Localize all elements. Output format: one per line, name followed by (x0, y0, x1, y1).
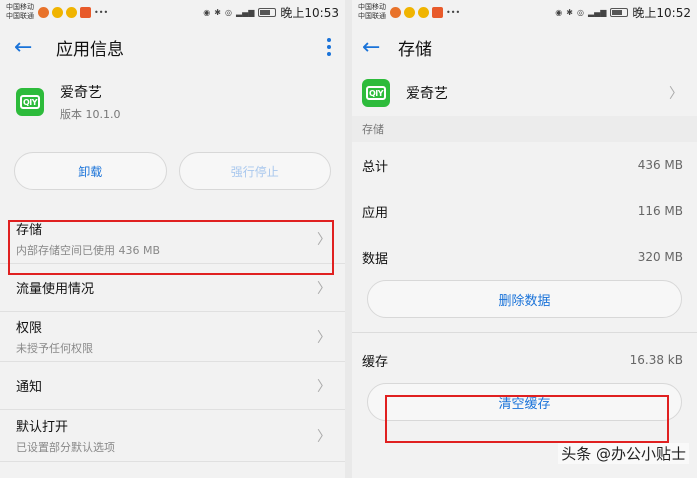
app-name: 爱奇艺 (406, 86, 448, 102)
row-value: 116 MB (637, 204, 683, 218)
battery-icon (610, 7, 629, 17)
app-logo-text: QIY (22, 97, 38, 107)
item-subtitle: 未授予任何权限 (16, 342, 93, 355)
app-header: QIY 爱奇艺 版本 10.1.0 (0, 70, 345, 134)
chevron-right-icon: 〉 (317, 428, 331, 445)
carrier-2: 中国联通 (6, 12, 34, 20)
notification-icon (38, 6, 49, 18)
row-label: 缓存 (362, 354, 389, 370)
item-title: 流量使用情况 (16, 282, 95, 297)
back-arrow-icon[interactable]: ← (14, 35, 44, 60)
divider (352, 332, 697, 333)
status-right: ◉ ✱ ◎ ▂▄▆ 晚上10:52 (555, 4, 691, 21)
notification-icon (390, 6, 401, 18)
chevron-right-icon: 〉 (317, 329, 331, 346)
carrier-1: 中国移动 (6, 3, 34, 11)
app-name: 爱奇艺 (60, 85, 102, 101)
carrier-2: 中国联通 (358, 12, 386, 20)
clear-cache-highlight-box (385, 395, 669, 443)
app-logo-text: QIY (368, 88, 384, 98)
eye-icon: ◎ (224, 7, 232, 17)
row-value: 320 MB (637, 250, 683, 264)
action-buttons: 卸载 强行停止 (0, 134, 345, 208)
carrier-info: 中国移动 中国联通 (358, 3, 386, 21)
more-options-icon[interactable] (327, 38, 331, 56)
storage-highlight-box (8, 220, 334, 275)
nfc-icon: ◉ (203, 7, 211, 17)
notification-icons: ••• (38, 6, 109, 18)
eye-icon: ◎ (576, 7, 584, 17)
clock: 晚上10:52 (632, 5, 691, 20)
row-label: 数据 (362, 251, 389, 267)
force-stop-button[interactable]: 强行停止 (178, 152, 331, 190)
bluetooth-icon: ✱ (566, 7, 573, 17)
app-version: 版本 10.1.0 (60, 108, 121, 121)
list-item-open-by-default[interactable]: 默认打开 已设置部分默认选项 〉 (0, 410, 345, 462)
page-title: 存储 (398, 39, 432, 60)
notification-icons: ••• (390, 6, 461, 18)
item-title: 通知 (16, 380, 43, 395)
notification-icon (80, 6, 91, 18)
carrier-info: 中国移动 中国联通 (6, 3, 34, 21)
carrier-1: 中国移动 (358, 3, 386, 11)
storage-row-total: 总计 436 MB (352, 142, 697, 188)
notification-icon (404, 6, 415, 18)
chevron-right-icon: 〉 (317, 280, 331, 297)
app-bar: ← 存储 (352, 24, 697, 70)
section-header: 存储 (352, 116, 697, 142)
row-label: 总计 (362, 159, 389, 175)
storage-row-cache: 缓存 16.38 kB (352, 337, 697, 383)
app-info-screen: 中国移动 中国联通 ••• ◉ ✱ ◎ ▂▄▆ 晚上10:53 ← 应用信息 Q… (0, 0, 345, 478)
delete-data-button[interactable]: 删除数据 (367, 280, 682, 318)
back-arrow-icon[interactable]: ← (362, 35, 392, 60)
item-title: 权限 (16, 321, 43, 336)
notification-icon (418, 6, 429, 18)
item-subtitle: 已设置部分默认选项 (16, 441, 115, 454)
signal-icon: ▂▄▆ (587, 7, 607, 17)
notification-icon (432, 6, 443, 18)
page-title: 应用信息 (56, 39, 124, 60)
item-title: 默认打开 (16, 420, 69, 435)
app-header[interactable]: QIY 爱奇艺 〉 (352, 70, 697, 116)
signal-icon: ▂▄▆ (235, 7, 255, 17)
row-label: 应用 (362, 205, 389, 221)
list-item-notifications[interactable]: 通知 〉 (0, 362, 345, 410)
nfc-icon: ◉ (555, 7, 563, 17)
notification-icon (52, 6, 63, 18)
row-value: 436 MB (637, 158, 683, 172)
status-bar: 中国移动 中国联通 ••• ◉ ✱ ◎ ▂▄▆ 晚上10:52 (352, 0, 697, 24)
list-item-permissions[interactable]: 权限 未授予任何权限 〉 (0, 312, 345, 362)
storage-row-data: 数据 320 MB (352, 234, 697, 280)
storage-row-app: 应用 116 MB (352, 188, 697, 234)
notification-icon (66, 6, 77, 18)
row-value: 16.38 kB (629, 353, 683, 367)
battery-icon (258, 7, 277, 17)
clock: 晚上10:53 (280, 5, 339, 20)
status-right: ◉ ✱ ◎ ▂▄▆ 晚上10:53 (203, 4, 339, 21)
more-notifications-icon: ••• (94, 7, 109, 17)
uninstall-button[interactable]: 卸载 (14, 152, 167, 190)
app-bar: ← 应用信息 (0, 24, 345, 70)
more-notifications-icon: ••• (446, 7, 461, 17)
storage-screen: 中国移动 中国联通 ••• ◉ ✱ ◎ ▂▄▆ 晚上10:52 ← 存储 QIY… (352, 0, 697, 478)
iqiyi-app-icon: QIY (16, 88, 44, 116)
watermark: 头条 @办公小贴士 (558, 443, 689, 464)
chevron-right-icon: 〉 (669, 86, 683, 102)
bluetooth-icon: ✱ (214, 7, 221, 17)
status-bar: 中国移动 中国联通 ••• ◉ ✱ ◎ ▂▄▆ 晚上10:53 (0, 0, 345, 24)
chevron-right-icon: 〉 (317, 378, 331, 395)
iqiyi-app-icon: QIY (362, 79, 390, 107)
